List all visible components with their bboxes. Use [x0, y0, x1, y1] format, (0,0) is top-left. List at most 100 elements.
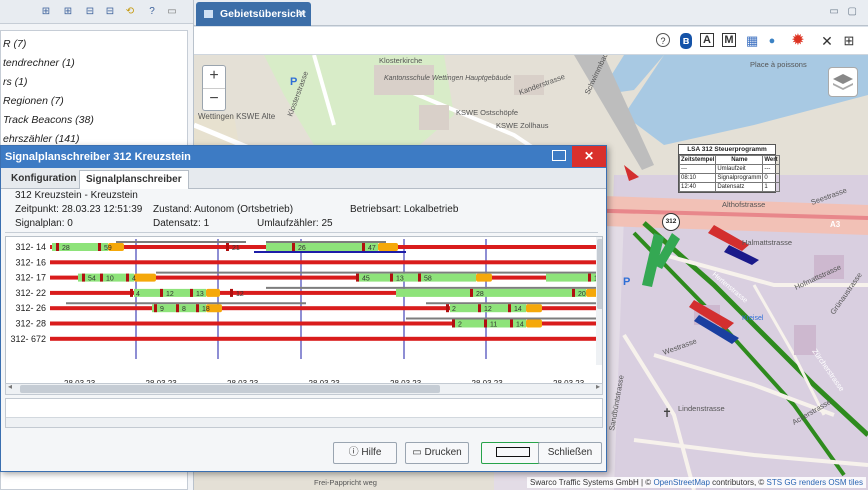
close-icon[interactable]: ✕: [297, 8, 305, 19]
print-button[interactable]: ▭ Drucken: [405, 442, 469, 464]
zoom-in-button[interactable]: +: [203, 66, 225, 88]
tree-item[interactable]: tendrechner (1): [3, 57, 75, 69]
scrollbar-thumb[interactable]: [20, 385, 440, 393]
scroll-right-icon[interactable]: ▸: [596, 382, 600, 391]
scroll-left-icon[interactable]: ◂: [8, 382, 12, 391]
phase-start-marker: [478, 304, 481, 313]
amber-phase-bar: [378, 243, 398, 251]
map-label: Althofstrasse: [722, 200, 765, 209]
phase-start-marker: [82, 273, 85, 282]
grid-icon[interactable]: ▦: [746, 33, 758, 49]
phase-start-marker: [452, 319, 455, 328]
phase-start-marker: [470, 288, 473, 297]
a-button[interactable]: A: [700, 33, 714, 47]
phase-start-marker: [56, 243, 59, 251]
signal-plan-chart[interactable]: 312- 14 312- 16 312- 17 312- 22 312- 26 312- …: [5, 236, 603, 388]
map-label: Place à poissons: [750, 60, 807, 69]
chart-horizontal-scrollbar[interactable]: ◂ ▸: [5, 382, 603, 395]
segment-label: 13: [396, 276, 404, 283]
detail-scrollbar[interactable]: [6, 417, 602, 427]
green-phase-bar: [358, 273, 476, 282]
tab-gebietsuebersicht[interactable]: Gebietsübersicht ✕: [196, 2, 311, 26]
timestamp: Zeitpunkt: 28.03.23 12:51:39: [15, 204, 143, 215]
swiss-map-icon[interactable]: ✹: [788, 33, 808, 49]
sts-link[interactable]: STS GG renders OSM tiles: [767, 478, 863, 487]
minimize-icon[interactable]: ▭: [166, 6, 178, 18]
signal-plan: Signalplan: 0: [15, 218, 73, 229]
bluetooth-icon[interactable]: ʙ: [680, 33, 692, 49]
fullscreen-icon[interactable]: ⊞: [842, 33, 856, 49]
map-tab-icon: [204, 10, 213, 18]
map-label: Lindenstrasse: [678, 404, 725, 413]
parking-icon: P: [623, 276, 630, 288]
phase-start-marker: [390, 273, 393, 282]
help-button[interactable]: ?: [656, 33, 670, 47]
table-cell: 08:10: [678, 173, 717, 183]
segment-label: 13: [196, 291, 204, 298]
phase-start-marker: [362, 243, 365, 251]
button-label: Schließen: [547, 447, 593, 458]
signal-chart-svg: 312- 14 312- 16 312- 17 312- 22 312- 26 312- …: [10, 237, 602, 387]
add-icon[interactable]: ⊞: [62, 6, 74, 18]
close-dialog-button[interactable]: Schließen: [538, 442, 602, 464]
close-button[interactable]: ✕: [572, 146, 606, 167]
filter-icon[interactable]: ⊟: [104, 6, 116, 18]
phase-start-marker: [130, 288, 133, 297]
map-attribution: Swarco Traffic Systems GmbH | © OpenStre…: [527, 477, 866, 488]
phase-start-marker: [226, 243, 229, 251]
map-tab-bar: Gebietsübersicht ✕ ▭ ▢: [194, 0, 868, 26]
column-header: Wert: [762, 155, 780, 165]
amber-phase-bar: [526, 304, 542, 313]
m-button[interactable]: M: [722, 33, 736, 47]
tree-item[interactable]: Regionen (7): [3, 95, 64, 107]
map-label: Kreisel: [742, 315, 764, 322]
maximize-icon[interactable]: [552, 150, 566, 161]
sync-icon[interactable]: ⟲: [124, 6, 136, 18]
tools-icon[interactable]: ✕: [820, 33, 834, 49]
red-phase-bar: [50, 336, 598, 341]
row-label: 312- 16: [15, 257, 46, 267]
phase-start-marker: [292, 243, 295, 251]
dialog-tabs: Konfiguration Signalplanschreiber: [1, 168, 606, 189]
controller-node-label[interactable]: 312: [662, 213, 680, 231]
dialog-title: Signalplanschreiber 312 Kreuzstein: [5, 151, 191, 163]
segment-label: 28: [476, 291, 484, 298]
osm-link[interactable]: OpenStreetMap: [653, 478, 709, 487]
dialog-title-bar[interactable]: Signalplanschreiber 312 Kreuzstein ✕: [1, 146, 606, 168]
phase-start-marker: [510, 319, 513, 328]
tree-item[interactable]: rs (1): [3, 76, 28, 88]
tree-item[interactable]: Track Beacons (38): [3, 114, 94, 126]
tree-item[interactable]: ehrszähler (141): [3, 133, 79, 145]
table-cell: 0: [762, 173, 780, 183]
red-phase-bar: [50, 260, 598, 265]
tab-title: Gebietsübersicht: [220, 8, 306, 20]
arrow-left-icon: [496, 447, 530, 458]
tab-konfiguration[interactable]: Konfiguration: [5, 170, 83, 189]
segment-label: 20: [578, 291, 586, 298]
tab-signalplanschreiber[interactable]: Signalplanschreiber: [79, 170, 189, 189]
expand-icon[interactable]: ⊞: [40, 6, 52, 18]
map-label: Kantonsschule Wettingen Hauptgebäude: [384, 75, 511, 82]
help-icon[interactable]: ?: [146, 6, 158, 18]
segment-label: 14: [514, 306, 522, 313]
table-row: --- Umlaufzeit ---: [678, 164, 780, 174]
map-label: Klosterkirche: [379, 56, 422, 65]
map-label: Frei-Pappricht weg: [314, 478, 377, 487]
globe-icon[interactable]: ●: [766, 33, 778, 49]
help-button[interactable]: ⓘ Hilfe: [333, 442, 397, 464]
state: Zustand: Autonom (Ortsbetrieb): [153, 204, 294, 215]
phase-start-marker: [572, 288, 575, 297]
segment-label: 11: [490, 322, 497, 329]
table-cell: 12:40: [678, 182, 717, 192]
collapse-icon[interactable]: ⊟: [84, 6, 96, 18]
print-icon: ▭: [412, 447, 422, 458]
back-arrow-button[interactable]: [481, 442, 545, 464]
table-cell: ---: [762, 164, 780, 174]
layers-button[interactable]: [828, 67, 858, 97]
segment-label: 4: [132, 276, 136, 283]
tree-item[interactable]: R (7): [3, 38, 26, 50]
map-label: KSWE Ostschöpfe: [456, 108, 518, 117]
window-controls-icon[interactable]: ▭ ▢: [829, 6, 860, 17]
phase-start-marker: [98, 243, 101, 251]
zoom-out-button[interactable]: −: [203, 88, 225, 110]
